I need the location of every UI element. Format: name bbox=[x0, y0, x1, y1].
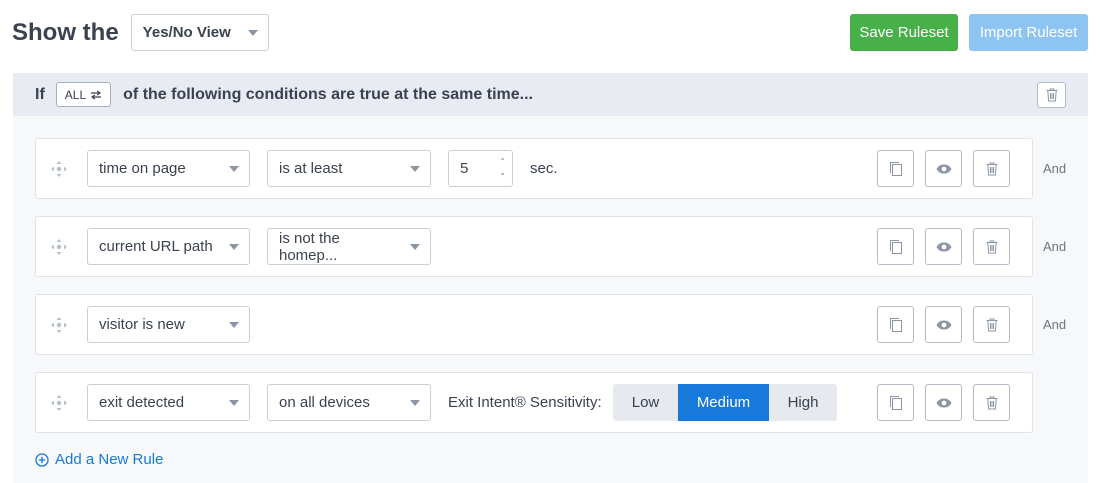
header: Show the Yes/No View bbox=[12, 14, 269, 51]
rule-field-value: time on page bbox=[99, 160, 186, 177]
eye-icon bbox=[936, 320, 951, 329]
eye-icon bbox=[936, 164, 951, 173]
seconds-stepper[interactable]: 5 ⌃ ⌄ bbox=[448, 150, 513, 187]
sensitivity-segmented-control: Low Medium High bbox=[613, 384, 837, 421]
delete-rule-button[interactable] bbox=[973, 150, 1010, 187]
sensitivity-high-option[interactable]: High bbox=[769, 384, 837, 421]
rule-operator-select[interactable]: is at least bbox=[267, 150, 431, 187]
delete-rule-button[interactable] bbox=[973, 384, 1010, 421]
if-label: If bbox=[35, 85, 45, 103]
rule-field-value: current URL path bbox=[99, 238, 213, 255]
caret-down-icon bbox=[410, 243, 420, 250]
unit-label: sec. bbox=[530, 160, 558, 177]
sensitivity-low-option[interactable]: Low bbox=[613, 384, 678, 421]
caret-down-icon bbox=[229, 243, 239, 250]
save-ruleset-button[interactable]: Save Ruleset bbox=[850, 14, 958, 51]
caret-down-icon bbox=[410, 399, 420, 406]
caret-down-icon bbox=[247, 29, 258, 36]
rule-operator-value: is not the homep... bbox=[279, 229, 340, 264]
rule-field-value: exit detected bbox=[99, 394, 185, 411]
stepper-arrows[interactable]: ⌃ ⌄ bbox=[499, 158, 506, 177]
trash-icon bbox=[986, 318, 997, 331]
preview-rule-button[interactable] bbox=[925, 306, 962, 343]
rule-field-select[interactable]: current URL path bbox=[87, 228, 250, 265]
rule-field-select[interactable]: time on page bbox=[87, 150, 250, 187]
plus-circle-icon bbox=[35, 452, 49, 467]
ruleset-panel: If ALL of the following conditions are t… bbox=[13, 73, 1088, 483]
rule-operator-select[interactable]: is not the homep... bbox=[267, 228, 431, 265]
all-any-toggle[interactable]: ALL bbox=[55, 82, 112, 107]
duplicate-rule-button[interactable] bbox=[877, 228, 914, 265]
device-select[interactable]: on all devices bbox=[267, 384, 431, 421]
and-label: And bbox=[1043, 317, 1067, 332]
eye-icon bbox=[936, 242, 951, 251]
view-select[interactable]: Yes/No View bbox=[130, 14, 269, 51]
sensitivity-label: Exit Intent® Sensitivity: bbox=[448, 394, 602, 411]
sensitivity-medium-option[interactable]: Medium bbox=[678, 384, 769, 421]
import-ruleset-button[interactable]: Import Ruleset bbox=[969, 14, 1088, 51]
drag-handle-icon[interactable] bbox=[50, 238, 68, 256]
rule-row: time on page is at least 5 ⌃ ⌄ sec. bbox=[35, 138, 1033, 199]
trash-icon bbox=[986, 162, 997, 175]
copy-icon bbox=[889, 161, 902, 176]
rule-field-select[interactable]: exit detected bbox=[87, 384, 250, 421]
add-new-rule-label: Add a New Rule bbox=[55, 451, 164, 468]
rule-field-select[interactable]: visitor is new bbox=[87, 306, 250, 343]
drag-handle-icon[interactable] bbox=[50, 160, 68, 178]
duplicate-rule-button[interactable] bbox=[877, 384, 914, 421]
trash-icon bbox=[986, 240, 997, 253]
condition-bar: If ALL of the following conditions are t… bbox=[13, 73, 1088, 116]
all-toggle-label: ALL bbox=[64, 87, 87, 102]
copy-icon bbox=[889, 239, 902, 254]
delete-rule-button[interactable] bbox=[973, 306, 1010, 343]
delete-ruleset-button[interactable] bbox=[1037, 82, 1066, 108]
rule-row: current URL path is not the homep... bbox=[35, 216, 1033, 277]
copy-icon bbox=[889, 395, 902, 410]
rule-field-value: visitor is new bbox=[99, 316, 185, 333]
preview-rule-button[interactable] bbox=[925, 150, 962, 187]
trash-icon bbox=[986, 396, 997, 409]
rule-row: exit detected on all devices Exit Intent… bbox=[35, 372, 1033, 433]
device-value: on all devices bbox=[279, 394, 370, 411]
seconds-value: 5 bbox=[460, 160, 469, 177]
duplicate-rule-button[interactable] bbox=[877, 150, 914, 187]
condition-text: of the following conditions are true at … bbox=[123, 85, 533, 103]
page-title: Show the bbox=[12, 18, 119, 46]
preview-rule-button[interactable] bbox=[925, 384, 962, 421]
drag-handle-icon[interactable] bbox=[50, 316, 68, 334]
copy-icon bbox=[889, 317, 902, 332]
caret-down-icon bbox=[410, 165, 420, 172]
increment-icon[interactable]: ⌃ bbox=[499, 158, 506, 166]
drag-handle-icon[interactable] bbox=[50, 394, 68, 412]
and-label: And bbox=[1043, 161, 1067, 176]
eye-icon bbox=[936, 398, 951, 407]
rule-operator-value: is at least bbox=[279, 160, 343, 177]
caret-down-icon bbox=[229, 399, 239, 406]
caret-down-icon bbox=[229, 321, 239, 328]
view-select-value: Yes/No View bbox=[142, 24, 231, 41]
duplicate-rule-button[interactable] bbox=[877, 306, 914, 343]
delete-rule-button[interactable] bbox=[973, 228, 1010, 265]
caret-down-icon bbox=[229, 165, 239, 172]
swap-icon bbox=[91, 89, 102, 100]
trash-icon bbox=[1046, 88, 1057, 102]
and-label: And bbox=[1043, 239, 1067, 254]
add-new-rule-link[interactable]: Add a New Rule bbox=[35, 451, 163, 468]
rule-row: visitor is new bbox=[35, 294, 1033, 355]
decrement-icon[interactable]: ⌄ bbox=[499, 169, 506, 177]
preview-rule-button[interactable] bbox=[925, 228, 962, 265]
